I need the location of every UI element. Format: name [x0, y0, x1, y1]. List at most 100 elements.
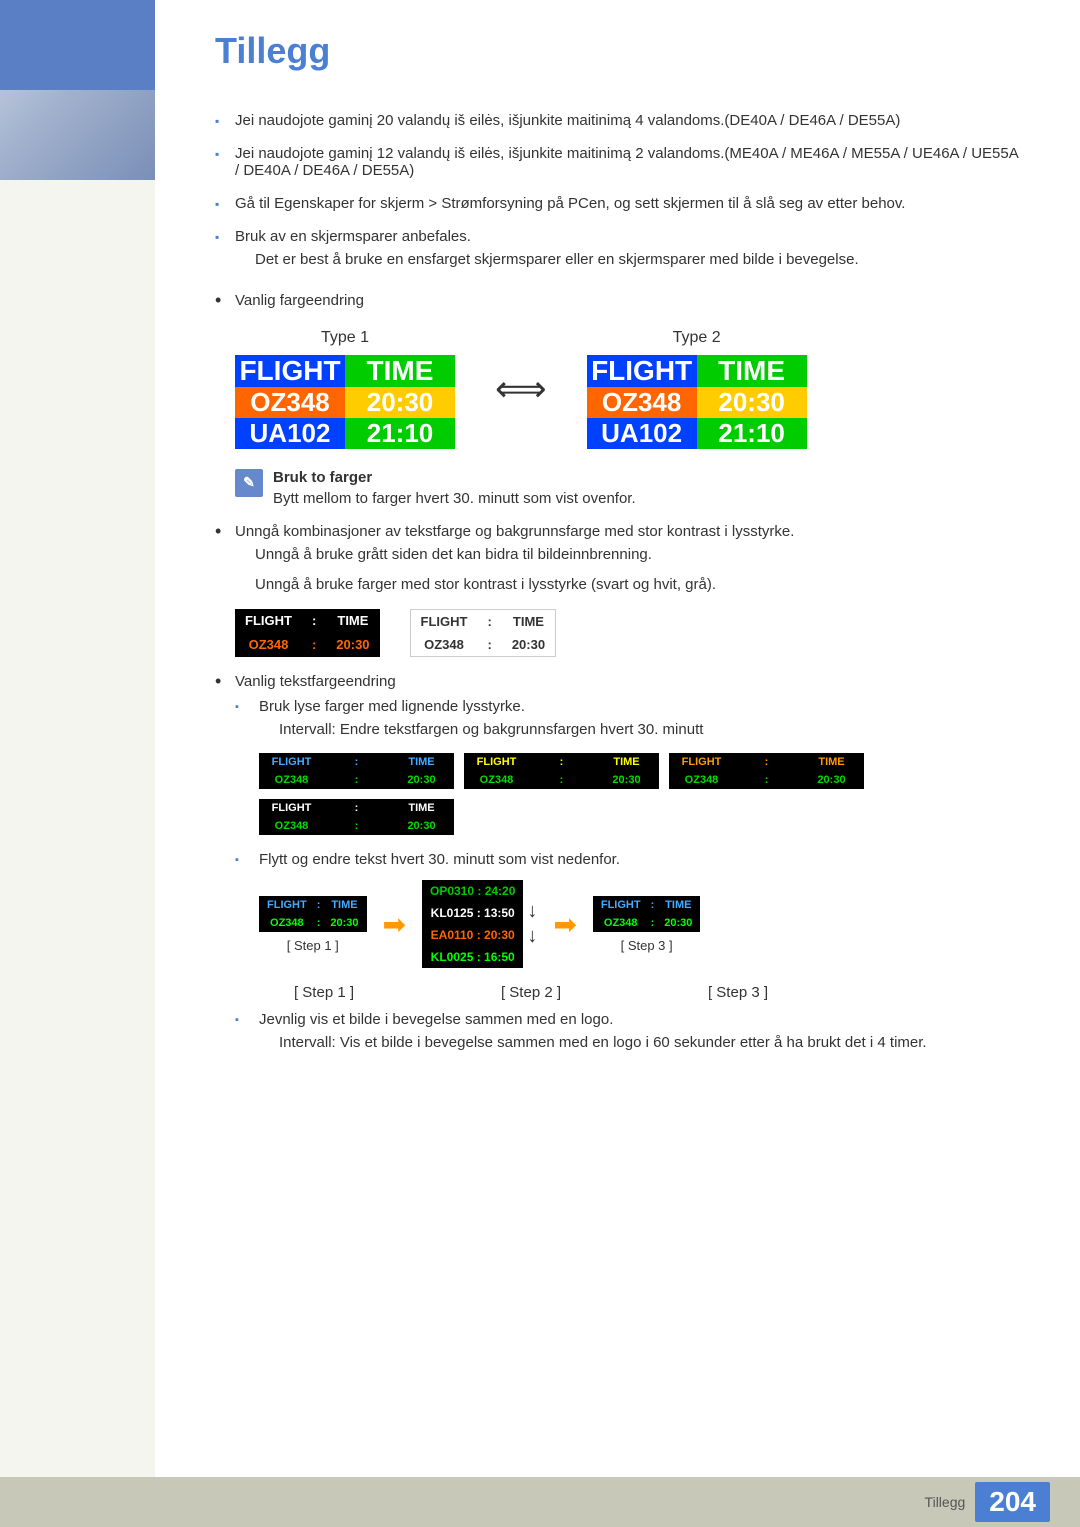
step-arrow-right2-icon: ➡: [553, 908, 576, 941]
list-item-2-text: Jei naudojote gaminį 12 valandų iš eilės…: [235, 145, 1018, 179]
jevnlig-text: Jevnlig vis et bilde i bevegelse sammen …: [259, 1011, 613, 1028]
note-icon: ✎: [235, 469, 263, 497]
cv4-data: OZ348 : 20:30: [259, 817, 454, 835]
step3-2030: 20:30: [656, 914, 700, 932]
list-item-2: Jei naudojote gaminį 12 valandų iš eilės…: [215, 145, 1020, 179]
cv4-sep2: :: [324, 817, 389, 835]
type1-ua-row: UA102 21:10: [235, 418, 455, 449]
step3-label-below: [ Step 3 ]: [673, 984, 803, 1001]
type1-flight-header: FLIGHT: [235, 355, 345, 387]
ct-light-header: FLIGHT : TIME: [410, 609, 556, 633]
step3-label: [ Step 3 ]: [621, 938, 673, 953]
vanlig-list: Vanlig fargeendring Type 1 FLIGHT TIME O…: [215, 292, 1020, 1055]
jevnlig-item: Jevnlig vis et bilde i bevegelse sammen …: [235, 1011, 1020, 1055]
type1-header-row: FLIGHT TIME: [235, 355, 455, 387]
ct-light-sep1: :: [477, 609, 501, 633]
step3-flight: FLIGHT: [593, 896, 649, 914]
step3-sep: :: [649, 896, 657, 914]
list-item-4-sub: Det er best å bruke en ensfarget skjerms…: [235, 249, 1020, 272]
cv4-sep: :: [324, 799, 389, 817]
step2-row4: KL0025 : 16:50: [422, 946, 523, 968]
step2-table-wrap: OP0310 : 24:20 KL0125 : 13:50 EA0110 : 2…: [422, 880, 523, 968]
step-arrow-right-icon: ➡: [383, 908, 406, 941]
step1-box: FLIGHT : TIME OZ348 : 20:30 [: [259, 896, 367, 953]
type1-label: Type 1: [321, 329, 369, 347]
step1-label-below: [ Step 1 ]: [259, 984, 389, 1001]
tekst-item: Vanlig tekstfargeendring Bruk lyse farge…: [215, 673, 1020, 1055]
type2-oz-row: OZ348 20:30: [587, 387, 807, 418]
ct-light-oz: OZ348: [410, 633, 477, 657]
ct-dark-flight: FLIGHT: [235, 609, 302, 633]
cv3-sep: :: [734, 753, 799, 771]
cv1-2030: 20:30: [389, 771, 454, 789]
type2-block: Type 2 FLIGHT TIME OZ348 20:30 UA102 21:: [587, 329, 807, 449]
down-arrow-1-icon: ↓: [527, 900, 537, 923]
cv1-flight: FLIGHT: [259, 753, 324, 771]
step1-sep: :: [315, 896, 323, 914]
bullet-list: Jei naudojote gaminį 20 valandų iš eilės…: [215, 112, 1020, 272]
step1-oz: OZ348: [259, 914, 315, 932]
cv2-data: OZ348 : 20:30: [464, 771, 659, 789]
cv2-oz: OZ348: [464, 771, 529, 789]
type1-oz: OZ348: [235, 387, 345, 418]
ct-light-data: OZ348 : 20:30: [410, 633, 556, 657]
cv4-flight: FLIGHT: [259, 799, 324, 817]
tekst-label: Vanlig tekstfargeendring: [235, 673, 396, 690]
type2-ua: UA102: [587, 418, 697, 449]
double-arrow-icon: ⟺: [495, 368, 547, 410]
cv3-time: TIME: [799, 753, 864, 771]
type2-table: FLIGHT TIME OZ348 20:30 UA102 21:10: [587, 355, 807, 449]
type1-2110: 21:10: [345, 418, 455, 449]
step2-row2: KL0125 : 13:50: [422, 902, 523, 924]
step2-table: OP0310 : 24:20 KL0125 : 13:50 EA0110 : 2…: [422, 880, 523, 968]
list-item-4: Bruk av en skjermsparer anbefales. Det e…: [215, 228, 1020, 272]
cv3-2030: 20:30: [799, 771, 864, 789]
contrast-table-dark: FLIGHT : TIME OZ348 : 20:30: [235, 609, 380, 657]
type1-ua: UA102: [235, 418, 345, 449]
cv4-time: TIME: [389, 799, 454, 817]
note-label: Bruk to farger: [273, 469, 636, 486]
type2-2110: 21:10: [697, 418, 807, 449]
step3-oz: OZ348: [593, 914, 649, 932]
step2-row1: OP0310 : 24:20: [422, 880, 523, 902]
step1-sep2: :: [315, 914, 323, 932]
footer-page-number: 204: [975, 1482, 1050, 1522]
list-item-3: Gå til Egenskaper for skjerm > Strømfors…: [215, 195, 1020, 212]
cv2-sep: :: [529, 753, 594, 771]
unnga-text: Unngå kombinasjoner av tekstfarge og bak…: [235, 523, 794, 540]
step2-label-below: [ Step 2 ]: [451, 984, 611, 1001]
cv3-sep2: :: [734, 771, 799, 789]
list-item-4-text: Bruk av en skjermsparer anbefales.: [235, 228, 471, 245]
cv4-header: FLIGHT : TIME: [259, 799, 454, 817]
unnga1-text: Unngå å bruke grått siden det kan bidra …: [235, 544, 1020, 567]
cv1-oz: OZ348: [259, 771, 324, 789]
type2-2030: 20:30: [697, 387, 807, 418]
cv2-sep2: :: [529, 771, 594, 789]
type-comparison: Type 1 FLIGHT TIME OZ348 20:30 UA102 21:: [235, 329, 1020, 449]
step2-r3-text: EA0110 : 20:30: [422, 924, 523, 946]
type1-block: Type 1 FLIGHT TIME OZ348 20:30 UA102 21:: [235, 329, 455, 449]
ct-dark-sep2: :: [302, 633, 326, 657]
cv2-header: FLIGHT : TIME: [464, 753, 659, 771]
step3-table: FLIGHT : TIME OZ348 : 20:30: [593, 896, 701, 932]
bruk-lyse-text: Bruk lyse farger med lignende lysstyrke.: [259, 698, 525, 715]
step3-time: TIME: [656, 896, 700, 914]
cv4-oz: OZ348: [259, 817, 324, 835]
cv1-header: FLIGHT : TIME: [259, 753, 454, 771]
step3-box: FLIGHT : TIME OZ348 : 20:30 [: [593, 896, 701, 953]
cv-table-2: FLIGHT : TIME OZ348 : 20:30: [464, 753, 659, 789]
note-row: ✎ Bruk to farger Bytt mellom to farger h…: [235, 469, 1020, 507]
cv2-time: TIME: [594, 753, 659, 771]
cv3-flight: FLIGHT: [669, 753, 734, 771]
cv3-header: FLIGHT : TIME: [669, 753, 864, 771]
type2-label: Type 2: [673, 329, 721, 347]
blue-bar: [0, 0, 155, 90]
down-arrow-2-icon: ↓: [527, 925, 537, 948]
step1-2030: 20:30: [322, 914, 366, 932]
list-item-3-text: Gå til Egenskaper for skjerm > Strømfors…: [235, 195, 905, 212]
type2-time-header: TIME: [697, 355, 807, 387]
unnga-item: Unngå kombinasjoner av tekstfarge og bak…: [215, 523, 1020, 657]
note-content: Bruk to farger Bytt mellom to farger hve…: [273, 469, 636, 507]
vanlig-fargeendring-label: Vanlig fargeendring: [235, 292, 364, 309]
cv-table-4: FLIGHT : TIME OZ348 : 20:30: [259, 799, 454, 835]
